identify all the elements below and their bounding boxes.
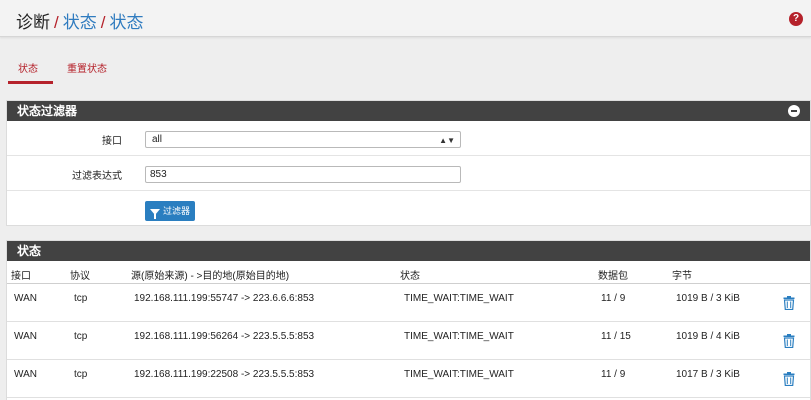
cell-state: TIME_WAIT:TIME_WAIT [404,369,514,380]
column-header[interactable]: 源(原始来源) - >目的地(原始目的地) [131,267,289,282]
breadcrumb-separator: / [54,13,59,32]
interface-selected-value: all [152,134,163,145]
breadcrumb-root: 诊断 [16,13,50,32]
cell-bytes: 1019 B / 4 KiB [676,331,740,342]
cell-bytes: 1017 B / 3 KiB [676,369,740,380]
panel-heading: 状态 [7,241,810,261]
breadcrumb-status-current[interactable]: 状态 [109,13,143,32]
cell-packets: 11 / 15 [601,331,631,342]
breadcrumb: 诊断 / 状态 / 状态 [16,8,143,33]
cell-interface: WAN [14,331,37,342]
cell-state: TIME_WAIT:TIME_WAIT [404,293,514,304]
help-icon[interactable]: ? [789,12,803,26]
cell-src-dst: 192.168.111.199:55747 -> 223.6.6.6:853 [134,293,315,304]
funnel-icon [150,209,160,219]
panel-heading: 状态过滤器 [7,101,810,121]
trash-icon[interactable] [783,296,795,310]
column-header[interactable]: 字节 [672,267,692,282]
active-tab-indicator [8,81,53,84]
cell-src-dst: 192.168.111.199:56264 -> 223.5.5.5:853 [134,331,315,342]
column-header[interactable]: 接口 [11,267,31,282]
breadcrumb-separator: / [100,13,106,32]
filter-button[interactable]: 过滤器 [145,201,196,221]
button-row: 过滤器 [7,191,810,226]
filter-button-label: 过滤器 [163,206,191,216]
panel-title: 状态过滤器 [17,104,78,118]
column-header[interactable]: 状态 [400,267,420,282]
expression-label: 过滤表达式 [72,171,122,182]
collapse-icon[interactable] [788,105,800,117]
chevron-updown-icon: ▲▼ [439,136,455,145]
cell-protocol: tcp [74,293,88,304]
column-header[interactable]: 协议 [70,267,90,282]
cell-interface: WAN [14,369,37,380]
tab-states[interactable]: 状态 [18,60,38,75]
table-row: WAN tcp 192.168.111.199:56264 -> 223.5.5… [7,322,810,360]
filter-expression-input[interactable] [145,166,461,183]
cell-bytes: 1019 B / 3 KiB [676,293,740,304]
states-panel: 状态 接口 协议 源(原始来源) - >目的地(原始目的地) 状态 数据包 字节… [6,240,811,400]
column-header[interactable]: 数据包 [598,267,628,282]
table-row: WAN tcp 192.168.111.199:22508 -> 223.5.5… [7,360,810,398]
page-header: 诊断 / 状态 / 状态 ? [0,0,811,37]
cell-packets: 11 / 9 [601,293,626,304]
tab-bar: 状态 重置状态 [0,50,811,86]
cell-protocol: tcp [74,369,88,380]
table-row: WAN tcp 192.168.111.199:55747 -> 223.6.6… [7,284,810,322]
table-header: 接口 协议 源(原始来源) - >目的地(原始目的地) 状态 数据包 字节 [7,261,810,284]
state-filter-panel: 状态过滤器 接口 all ▲▼ 过滤表达式 过滤器 [6,100,811,226]
interface-select[interactable]: all ▲▼ [145,131,461,148]
cell-protocol: tcp [74,331,88,342]
interface-row: 接口 all ▲▼ [7,121,810,156]
breadcrumb-status-link[interactable]: 状态 [63,13,97,32]
cell-state: TIME_WAIT:TIME_WAIT [404,331,514,342]
cell-src-dst: 192.168.111.199:22508 -> 223.5.5.5:853 [134,369,315,380]
cell-packets: 11 / 9 [601,369,626,380]
cell-interface: WAN [14,293,37,304]
expression-row: 过滤表达式 [7,156,810,191]
interface-label: 接口 [102,136,122,147]
tab-reset-states[interactable]: 重置状态 [67,60,107,75]
trash-icon[interactable] [783,334,795,348]
panel-title: 状态 [17,244,42,258]
trash-icon[interactable] [783,372,795,386]
